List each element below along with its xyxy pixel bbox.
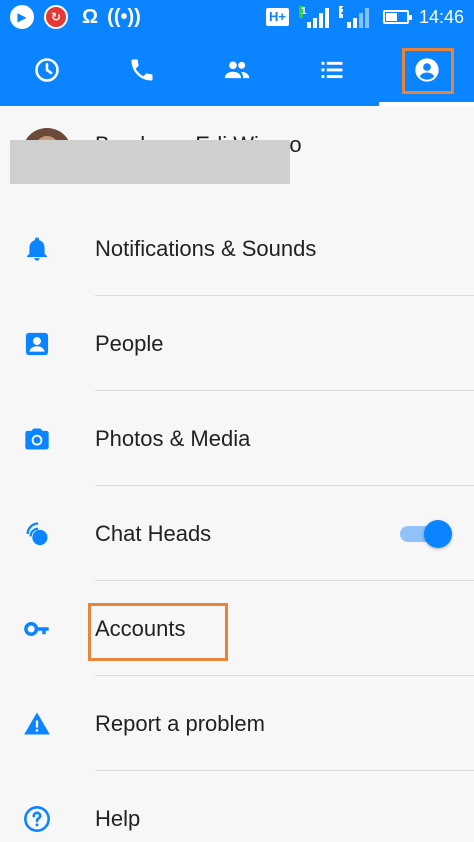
clock-icon — [35, 58, 60, 82]
network-type: H+ — [265, 8, 289, 26]
bell-icon — [22, 234, 52, 264]
phone-icon — [131, 59, 153, 81]
profile-icon — [414, 58, 439, 82]
chat-heads-icon — [22, 519, 52, 549]
toggle-knob — [424, 520, 452, 548]
video-call-icon: ▶ — [10, 5, 34, 29]
menu-label-accounts: Accounts — [95, 616, 186, 641]
status-bar: ▶ ↻ Ω ((•)) H+ 1 2 14:46 — [0, 0, 474, 34]
menu-label-people: People — [95, 331, 164, 356]
tab-bar — [0, 34, 474, 106]
menu-label-chat-heads: Chat Heads — [95, 521, 212, 546]
menu-label-photos: Photos & Media — [95, 426, 251, 451]
menu-item-chat-heads[interactable]: Chat Heads — [0, 487, 474, 581]
menu-item-photos[interactable]: Photos & Media — [0, 392, 474, 486]
menu-label-report: Report a problem — [95, 711, 265, 736]
hotspot-icon: ((•)) — [107, 5, 141, 28]
divider — [95, 295, 474, 296]
tab-recent[interactable] — [0, 34, 95, 106]
menu-item-report[interactable]: Report a problem — [0, 677, 474, 771]
divider — [95, 675, 474, 676]
tab-calls[interactable] — [95, 34, 190, 106]
app-notification-icon: ↻ — [44, 5, 68, 29]
contact-icon — [22, 329, 52, 359]
menu-label-help: Help — [95, 806, 141, 831]
menu-item-accounts[interactable]: Accounts — [0, 582, 474, 676]
battery-icon — [382, 10, 412, 24]
help-icon — [22, 804, 52, 834]
signal-sim2-icon: 2 — [338, 6, 369, 28]
warning-icon — [22, 709, 52, 739]
group-icon — [224, 61, 250, 79]
redaction-overlay — [10, 140, 290, 184]
chat-heads-toggle[interactable] — [400, 517, 452, 551]
tab-people-list[interactable] — [284, 34, 379, 106]
menu-label-notifications: Notifications & Sounds — [95, 236, 317, 261]
camera-icon — [22, 424, 52, 454]
key-icon — [22, 614, 52, 644]
menu-item-notifications[interactable]: Notifications & Sounds — [0, 202, 474, 296]
divider — [95, 580, 474, 581]
menu-item-people[interactable]: People — [0, 297, 474, 391]
divider — [95, 390, 474, 391]
headset-icon: Ω — [81, 5, 99, 28]
clock-time: 14:46 — [418, 6, 464, 27]
list-icon — [321, 61, 343, 79]
tab-groups[interactable] — [190, 34, 285, 106]
divider — [95, 485, 474, 486]
signal-sim1-icon: 1 — [298, 6, 329, 28]
menu-item-help[interactable]: Help — [0, 772, 474, 842]
divider — [95, 770, 474, 771]
tab-profile[interactable] — [379, 34, 474, 106]
